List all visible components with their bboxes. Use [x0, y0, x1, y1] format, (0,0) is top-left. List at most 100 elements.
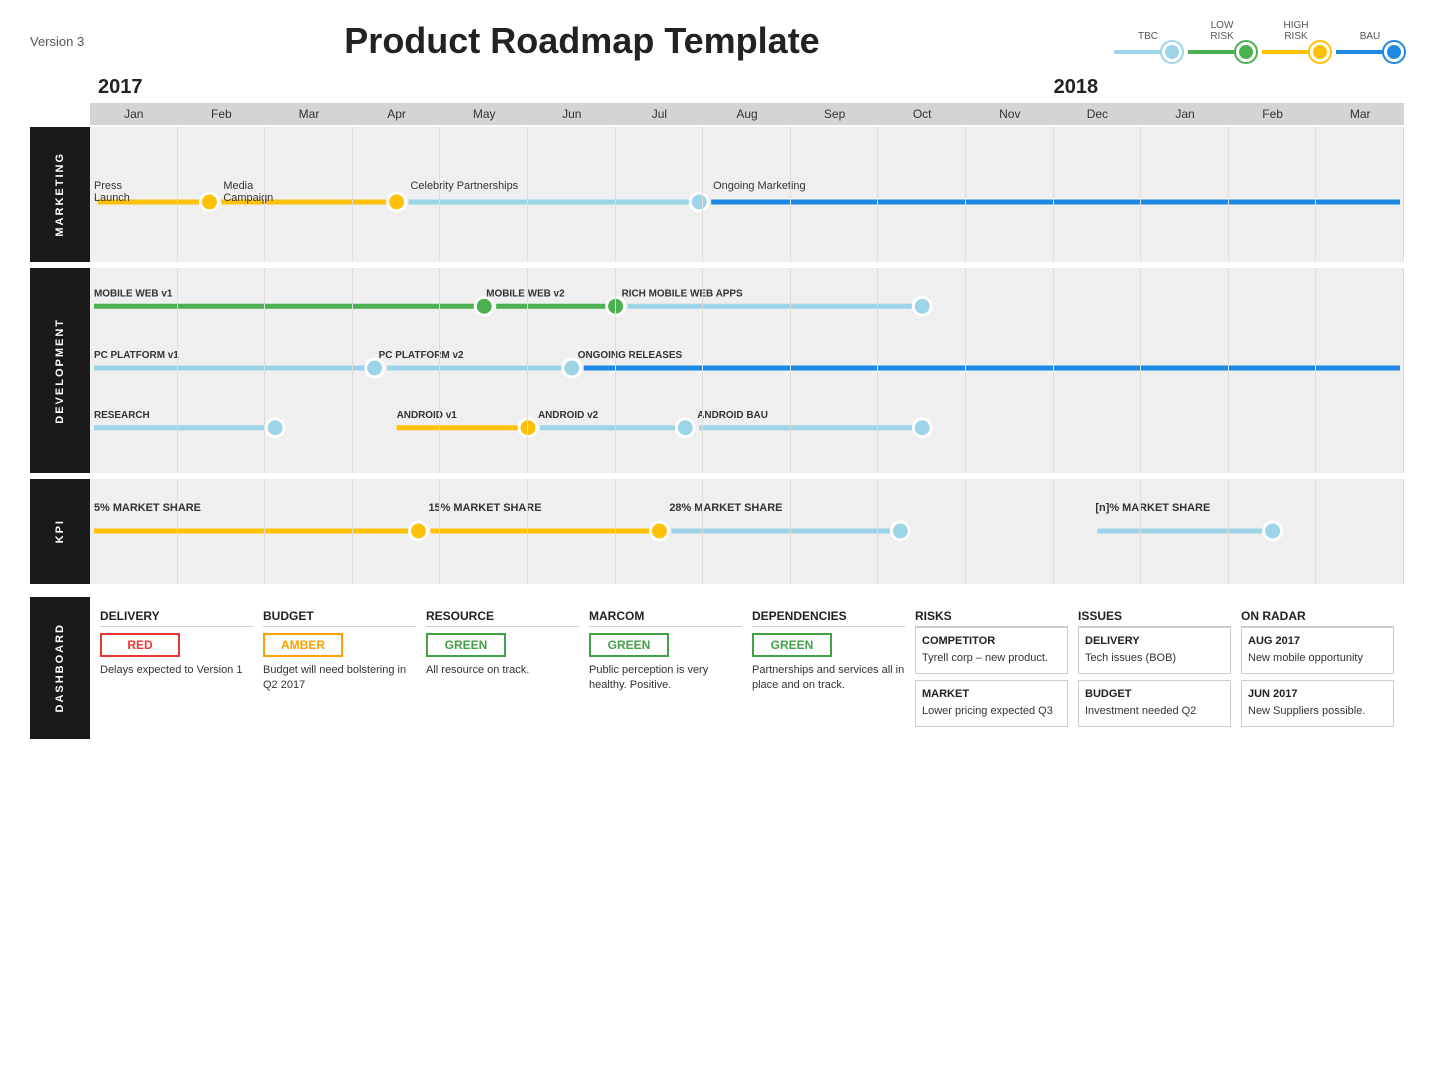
- month-jul17: Jul: [616, 103, 704, 125]
- months-row: Jan Feb Mar Apr May Jun Jul Aug Sep Oct …: [90, 103, 1404, 125]
- month-apr17: Apr: [353, 103, 441, 125]
- month-oct17: Oct: [878, 103, 966, 125]
- timeline-header-content: 2017 2018 Jan Feb Mar Apr May Jun Jul Au…: [90, 72, 1404, 125]
- kpi-15pct-label: 15% MARKET SHARE: [428, 502, 541, 514]
- dev-svg: MOBILE WEB v1 MOBILE WEB v2 RICH MOBILE …: [90, 268, 1404, 468]
- kpi-5pct-ms: [410, 522, 428, 540]
- media-campaign-label: Media: [223, 180, 254, 192]
- radar-item-1-text: New mobile opportunity: [1248, 651, 1387, 666]
- month-dec17: Dec: [1054, 103, 1142, 125]
- dashboard-dependencies: DEPENDENCIES GREEN Partnerships and serv…: [752, 609, 905, 727]
- risks-title: RISKS: [915, 609, 1068, 627]
- delivery-title: DELIVERY: [100, 609, 253, 627]
- kpi-svg: 5% MARKET SHARE 15% MARKET SHARE 28% MAR…: [90, 479, 1404, 579]
- issues-title: ISSUES: [1078, 609, 1231, 627]
- legend-bau-label: BAU: [1360, 31, 1381, 42]
- kpi-28pct-label: 28% MARKET SHARE: [669, 502, 782, 514]
- year-2018: 2018: [1054, 76, 1404, 99]
- risks-item-1-text: Tyrell corp – new product.: [922, 651, 1061, 666]
- delivery-text: Delays expected to Version 1: [100, 663, 253, 678]
- legend-bau-line: [1336, 42, 1404, 62]
- marcom-badge: GREEN: [589, 633, 669, 657]
- press-launch-ms: [200, 193, 218, 211]
- press-launch-label: Press: [94, 180, 122, 192]
- mob-web-v2-ms: [607, 297, 625, 315]
- radar-item-2-subtitle: JUN 2017: [1248, 687, 1387, 702]
- ongoing-rel-label: ONGOING RELEASES: [578, 350, 683, 361]
- legend-bau-bar: [1336, 50, 1386, 54]
- svg-text:Launch: Launch: [94, 192, 130, 204]
- month-feb18: Feb: [1229, 103, 1317, 125]
- version-label: Version 3: [30, 34, 110, 49]
- pc-v2-ms: [563, 359, 581, 377]
- kpi-section: KPI 5% MARKET SHARE 15% MARKET SHARE: [30, 479, 1404, 588]
- issues-item-2: BUDGET Investment needed Q2: [1078, 680, 1231, 727]
- android-bau-ms: [913, 419, 931, 437]
- kpi-label: KPI: [30, 479, 90, 584]
- research-ms: [266, 419, 284, 437]
- legend-bau: BAU: [1336, 31, 1404, 62]
- legend-tbc-label: TBC: [1138, 31, 1158, 42]
- risks-item-1: COMPETITOR Tyrell corp – new product.: [915, 627, 1068, 674]
- kpi-npct-ms: [1264, 522, 1282, 540]
- legend-low-label: LOWRISK: [1210, 20, 1233, 42]
- risks-item-1-subtitle: COMPETITOR: [922, 634, 1061, 649]
- timeline-header-row: 2017 2018 Jan Feb Mar Apr May Jun Jul Au…: [30, 72, 1404, 125]
- legend-high-bar: [1262, 50, 1312, 54]
- pc-v1-label: PC PLATFORM v1: [94, 350, 179, 361]
- legend-high: HIGHRISK: [1262, 20, 1330, 62]
- month-jan18: Jan: [1141, 103, 1229, 125]
- mob-web-v1-label: MOBILE WEB v1: [94, 288, 173, 299]
- timeline-label-spacer: [30, 72, 90, 125]
- dashboard-issues: ISSUES DELIVERY Tech issues (BOB) BUDGET…: [1078, 609, 1231, 727]
- dashboard-resource: RESOURCE GREEN All resource on track.: [426, 609, 579, 727]
- month-mar18: Mar: [1316, 103, 1404, 125]
- dashboard-risks: RISKS COMPETITOR Tyrell corp – new produ…: [915, 609, 1068, 727]
- dashboard-marcom: MARCOM GREEN Public perception is very h…: [589, 609, 742, 727]
- legend-high-line: [1262, 42, 1330, 62]
- issues-item-1-subtitle: DELIVERY: [1085, 634, 1224, 649]
- month-feb17: Feb: [178, 103, 266, 125]
- mob-web-v2-label: MOBILE WEB v2: [486, 288, 565, 299]
- budget-badge: AMBER: [263, 633, 343, 657]
- risks-item-2: MARKET Lower pricing expected Q3: [915, 680, 1068, 727]
- marketing-svg: Press Launch Media Campaign Celebrity Pa…: [90, 127, 1404, 257]
- research-label: RESEARCH: [94, 410, 150, 421]
- marketing-label: MARKETING: [30, 127, 90, 262]
- kpi-5pct-label: 5% MARKET SHARE: [94, 502, 201, 514]
- celebrity-label: Celebrity Partnerships: [411, 180, 519, 192]
- android-v1-ms: [519, 419, 537, 437]
- development-body: MOBILE WEB v1 MOBILE WEB v2 RICH MOBILE …: [90, 268, 1404, 473]
- legend-tbc: TBC: [1114, 31, 1182, 62]
- mob-web-v1-ms: [475, 297, 493, 315]
- media-campaign-ms: [388, 193, 406, 211]
- year-2017: 2017: [90, 76, 178, 99]
- month-sep17: Sep: [791, 103, 879, 125]
- legend-low-bar: [1188, 50, 1238, 54]
- dependencies-badge: GREEN: [752, 633, 832, 657]
- pc-v2-label: PC PLATFORM v2: [379, 350, 464, 361]
- kpi-15pct-ms: [650, 522, 668, 540]
- legend-high-label: HIGHRISK: [1284, 20, 1309, 42]
- dashboard-on-radar: ON RADAR AUG 2017 New mobile opportunity…: [1241, 609, 1394, 727]
- dependencies-title: DEPENDENCIES: [752, 609, 905, 627]
- resource-badge: GREEN: [426, 633, 506, 657]
- issues-item-2-text: Investment needed Q2: [1085, 704, 1224, 719]
- radar-item-2-text: New Suppliers possible.: [1248, 704, 1387, 719]
- dashboard-grid: DELIVERY RED Delays expected to Version …: [100, 609, 1394, 727]
- resource-text: All resource on track.: [426, 663, 579, 678]
- legend-bau-circle: [1384, 42, 1404, 62]
- dashboard-budget: BUDGET AMBER Budget will need bolstering…: [263, 609, 416, 727]
- marcom-text: Public perception is very healthy. Posit…: [589, 663, 742, 694]
- marketing-section: MARKETING Press Launch: [30, 127, 1404, 266]
- on-radar-title: ON RADAR: [1241, 609, 1394, 627]
- pc-v1-ms: [366, 359, 384, 377]
- rich-mob-ms: [913, 297, 931, 315]
- legend-low-circle: [1236, 42, 1256, 62]
- dashboard-body: DELIVERY RED Delays expected to Version …: [90, 597, 1404, 739]
- kpi-body: 5% MARKET SHARE 15% MARKET SHARE 28% MAR…: [90, 479, 1404, 584]
- android-v2-label: ANDROID v2: [538, 410, 599, 421]
- page-title: Product Roadmap Template: [110, 20, 1054, 62]
- legend-low-line: [1188, 42, 1256, 62]
- header: Version 3 Product Roadmap Template TBC L…: [30, 20, 1404, 62]
